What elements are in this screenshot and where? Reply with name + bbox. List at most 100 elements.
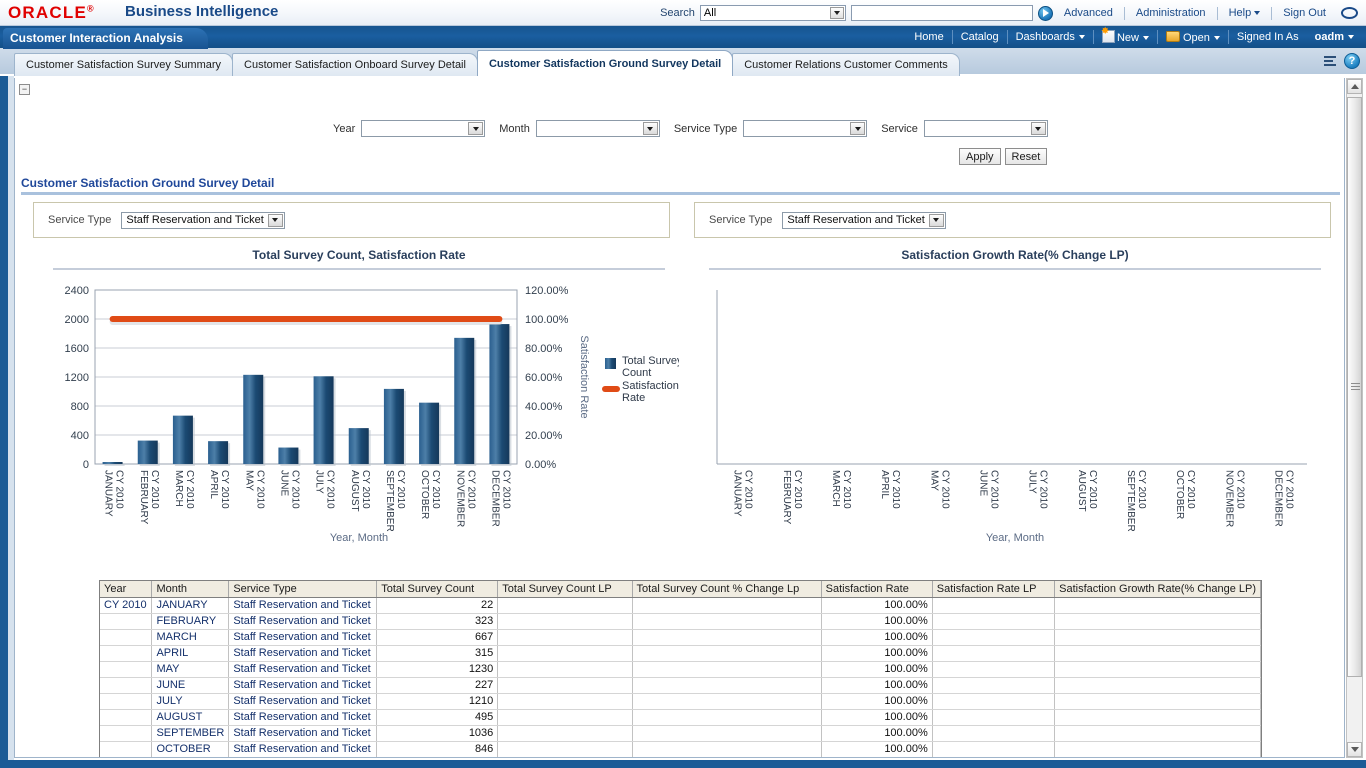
table-cell (932, 661, 1054, 677)
current-user-menu[interactable]: oadm (1307, 31, 1362, 43)
help-question-icon[interactable]: ? (1344, 53, 1360, 69)
chevron-down-icon (268, 214, 283, 227)
svg-text:CY 2010: CY 2010 (149, 470, 160, 509)
table-cell[interactable]: APRIL (152, 645, 229, 661)
table-cell (932, 613, 1054, 629)
collapse-prompt-icon[interactable]: − (19, 84, 30, 95)
table-cell: 100.00% (821, 693, 932, 709)
page-options-icon[interactable] (1322, 54, 1339, 69)
chevron-down-icon (1254, 11, 1260, 15)
bottom-bar (0, 760, 1366, 768)
scrollbar-thumb[interactable] (1347, 97, 1362, 677)
svg-text:SEPTEMBER: SEPTEMBER (384, 470, 395, 532)
table-row: OCTOBERStaff Reservation and Ticket84610… (100, 741, 1261, 757)
table-cell: 100.00% (821, 629, 932, 645)
svg-text:CY 2010: CY 2010 (465, 470, 476, 509)
help-menu[interactable]: Help (1223, 7, 1267, 19)
svg-text:CY 2010: CY 2010 (360, 470, 371, 509)
svg-text:0: 0 (83, 459, 89, 471)
table-cell[interactable]: MAY (152, 661, 229, 677)
table-cell[interactable]: SEPTEMBER (152, 725, 229, 741)
left-service-type-label: Service Type (48, 214, 111, 226)
chevron-down-icon (468, 122, 483, 135)
table-row: MARCHStaff Reservation and Ticket667100.… (100, 629, 1261, 645)
sign-out-link[interactable]: Sign Out (1277, 7, 1332, 19)
nav-home[interactable]: Home (906, 31, 951, 43)
svg-text:60.00%: 60.00% (525, 372, 563, 384)
table-cell: Staff Reservation and Ticket (229, 629, 377, 645)
administration-link[interactable]: Administration (1130, 7, 1212, 19)
chevron-down-icon (1214, 36, 1220, 40)
table-cell (100, 725, 152, 741)
table-row: APRILStaff Reservation and Ticket315100.… (100, 645, 1261, 661)
table-cell: 22 (377, 597, 498, 613)
table-cell (632, 741, 821, 757)
satisfaction-growth-rate-chart: Satisfaction Growth Rate(% Change LP) CY… (695, 248, 1335, 558)
svg-text:2000: 2000 (65, 314, 89, 326)
nav-dashboards[interactable]: Dashboards (1008, 31, 1093, 43)
table-cell: Staff Reservation and Ticket (229, 709, 377, 725)
chart-title-divider (709, 268, 1321, 270)
table-cell (632, 613, 821, 629)
scroll-up-icon[interactable] (1347, 79, 1362, 94)
nav-new[interactable]: New (1094, 30, 1157, 44)
tab-survey-summary[interactable]: Customer Satisfaction Survey Summary (14, 53, 233, 76)
table-cell: Staff Reservation and Ticket (229, 661, 377, 677)
table-cell[interactable]: OCTOBER (152, 741, 229, 757)
table-cell: 100.00% (821, 677, 932, 693)
table-cell (498, 613, 632, 629)
table-cell[interactable]: FEBRUARY (152, 613, 229, 629)
svg-text:CY 2010: CY 2010 (114, 470, 125, 509)
filter-select-service-type[interactable] (743, 120, 867, 137)
svg-text:CY 2010: CY 2010 (430, 470, 441, 509)
svg-text:JULY: JULY (314, 470, 325, 494)
dashboard-prompt: Year Month Service Type Service (333, 120, 1048, 137)
filter-select-year[interactable] (361, 120, 485, 137)
table-cell (1055, 709, 1261, 725)
table-cell[interactable]: MARCH (152, 629, 229, 645)
chevron-down-icon[interactable] (830, 7, 844, 19)
tab-ground-survey-detail[interactable]: Customer Satisfaction Ground Survey Deta… (477, 50, 733, 76)
oracle-wordmark: ORACLE (8, 3, 87, 22)
new-page-icon (1102, 30, 1115, 43)
scroll-down-icon[interactable] (1347, 742, 1362, 757)
svg-text:40.00%: 40.00% (525, 401, 563, 413)
table-cell[interactable]: AUGUST (152, 709, 229, 725)
left-service-type-select[interactable]: Staff Reservation and Ticket (121, 212, 284, 229)
table-cell (632, 677, 821, 693)
table-cell (100, 677, 152, 693)
table-cell: 100.00% (821, 661, 932, 677)
search-go-icon[interactable] (1038, 6, 1053, 21)
right-service-type-select[interactable]: Staff Reservation and Ticket (782, 212, 945, 229)
svg-text:AUGUST: AUGUST (349, 470, 360, 512)
right-service-type-panel: Service Type Staff Reservation and Ticke… (694, 202, 1331, 238)
table-cell[interactable]: JULY (152, 693, 229, 709)
table-cell (932, 677, 1054, 693)
table-cell[interactable]: JUNE (152, 677, 229, 693)
page-vertical-scrollbar[interactable] (1346, 78, 1363, 758)
nav-catalog[interactable]: Catalog (953, 31, 1007, 43)
table-cell[interactable]: JANUARY (152, 597, 229, 613)
svg-text:JULY: JULY (1027, 470, 1038, 494)
search-scope-select[interactable]: All (700, 5, 846, 21)
left-service-type-value: Staff Reservation and Ticket (126, 214, 263, 226)
user-avatar-icon[interactable] (1341, 7, 1358, 19)
filter-select-month[interactable] (536, 120, 660, 137)
advanced-link[interactable]: Advanced (1058, 7, 1119, 19)
reset-button[interactable]: Reset (1005, 148, 1048, 165)
table-cell (100, 613, 152, 629)
tab-onboard-survey-detail[interactable]: Customer Satisfaction Onboard Survey Det… (232, 53, 478, 76)
svg-text:20.00%: 20.00% (525, 430, 563, 442)
tab-customer-comments[interactable]: Customer Relations Customer Comments (732, 53, 960, 76)
filter-select-service[interactable] (924, 120, 1048, 137)
nav-open[interactable]: Open (1158, 31, 1228, 44)
svg-text:FEBRUARY: FEBRUARY (781, 470, 792, 525)
table-cell (932, 645, 1054, 661)
table-cell[interactable]: CY 2010 (100, 597, 152, 613)
chevron-down-icon (850, 122, 865, 135)
detail-table-wrapper: YearMonthService TypeTotal Survey CountT… (99, 580, 1262, 758)
search-input[interactable] (851, 5, 1033, 21)
brand-bar: ORACLE® Business Intelligence Search All… (0, 0, 1366, 26)
apply-button[interactable]: Apply (959, 148, 1001, 165)
table-row: MAYStaff Reservation and Ticket1230100.0… (100, 661, 1261, 677)
